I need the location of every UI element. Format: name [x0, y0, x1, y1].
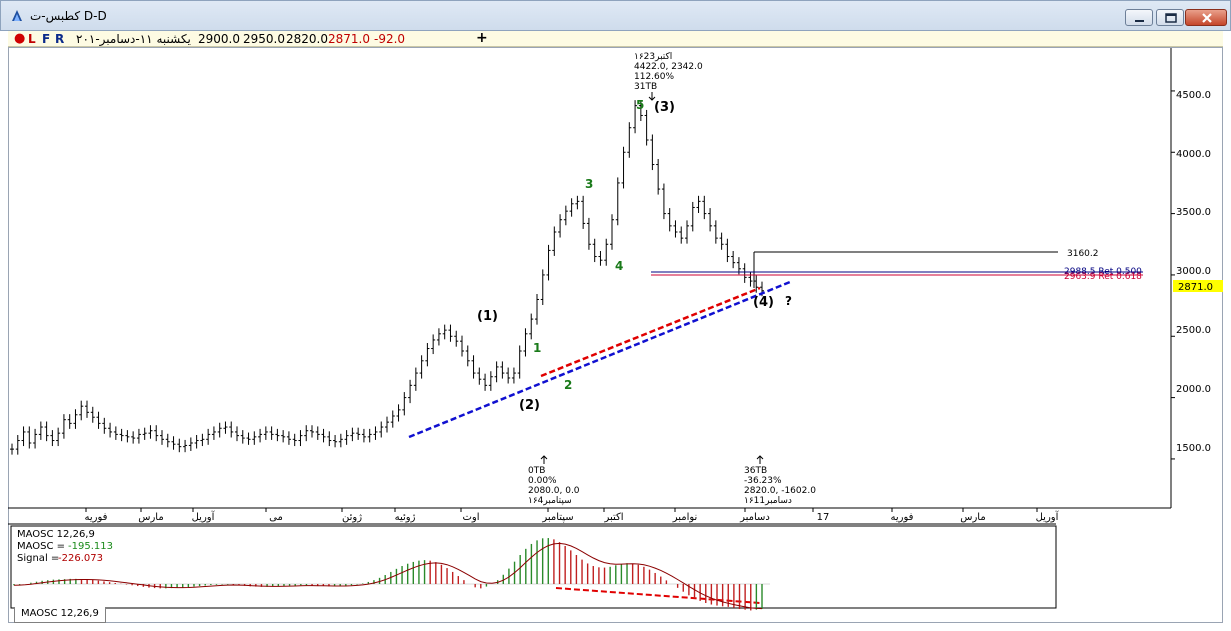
quote-toolbar: ● L F R یکشنبه ۱۱-دسامبر-۲۰۱ 2900.0 2950…: [8, 30, 1223, 47]
window-title: کطبس-ت D-D: [30, 9, 107, 23]
add-indicator-button[interactable]: +: [476, 30, 488, 46]
quote-close: 2871.0: [328, 32, 370, 46]
app-icon: [12, 10, 22, 21]
status-dot-icon: ●: [14, 31, 26, 46]
toolbar-button-R[interactable]: R: [55, 32, 64, 46]
quote-open: 2900.0: [198, 32, 240, 46]
chart-frame: [8, 47, 1223, 623]
minimize-button[interactable]: [1125, 9, 1153, 26]
toolbar-button-F[interactable]: F: [42, 32, 50, 46]
indicator-tab[interactable]: MAOSC 12,26,9: [14, 607, 106, 623]
restore-button[interactable]: [1156, 9, 1184, 26]
window-titlebar[interactable]: کطبس-ت D-D: [0, 0, 1231, 31]
quote-high: 2950.0: [243, 32, 285, 46]
close-button[interactable]: [1185, 9, 1227, 26]
quote-change: -92.0: [374, 32, 406, 46]
quote-date: یکشنبه ۱۱-دسامبر-۲۰۱: [76, 32, 191, 46]
restore-icon: [1165, 13, 1177, 23]
toolbar-button-L[interactable]: L: [28, 32, 36, 46]
minimize-icon: [1135, 20, 1144, 22]
close-icon: [1202, 13, 1212, 23]
quote-low: 2820.0: [286, 32, 328, 46]
